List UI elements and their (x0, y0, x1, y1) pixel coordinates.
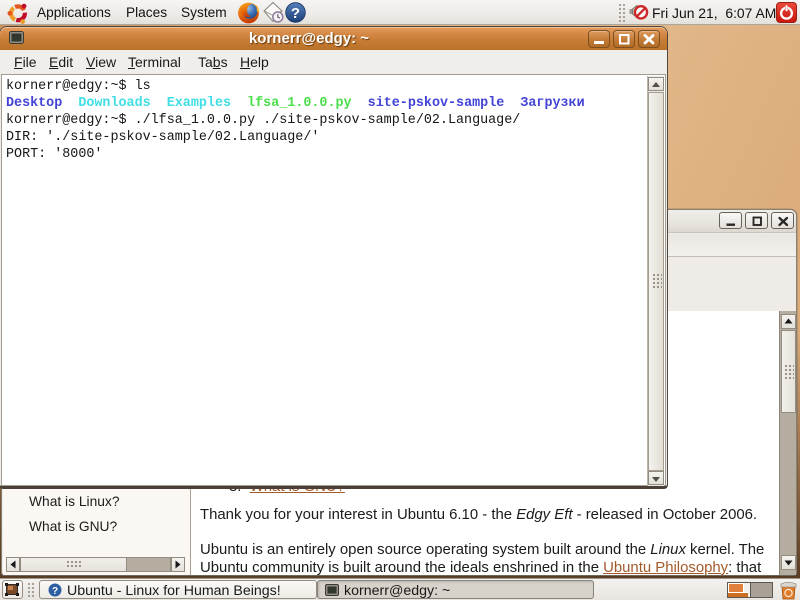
svg-text:?: ? (291, 5, 300, 22)
svg-text:?: ? (52, 586, 58, 597)
